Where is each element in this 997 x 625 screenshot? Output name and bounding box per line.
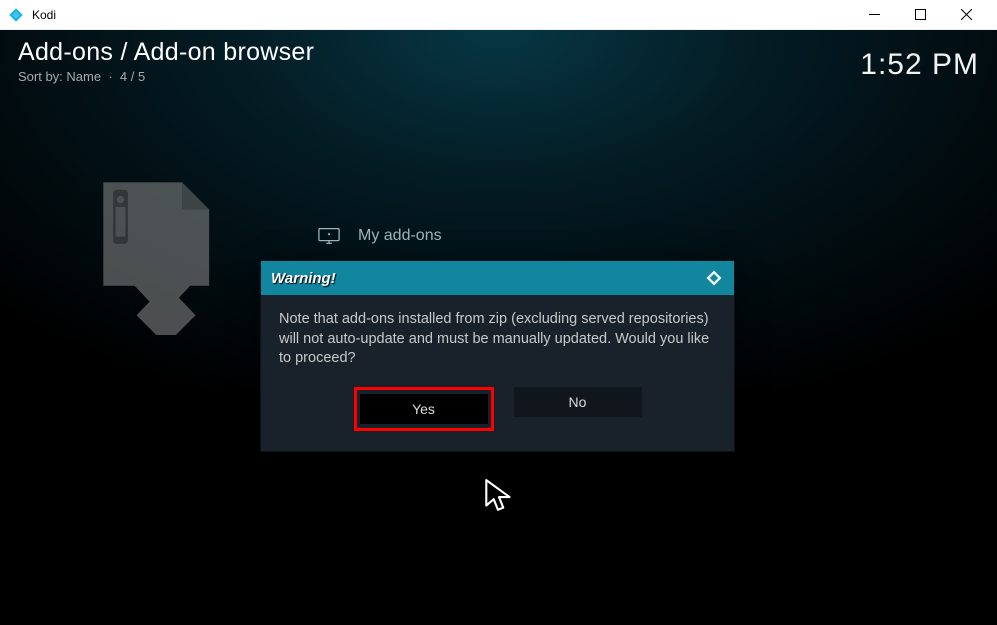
breadcrumb: Add-ons / Add-on browser: [18, 38, 314, 67]
app-body: Add-ons / Add-on browser Sort by: Name ·…: [0, 30, 997, 625]
position-indicator: 4 / 5: [120, 69, 145, 84]
sort-label: Sort by: Name: [18, 69, 101, 84]
list-item-label: My add-ons: [358, 227, 442, 245]
window-title: Kodi: [32, 8, 851, 22]
header: Add-ons / Add-on browser Sort by: Name ·…: [18, 38, 314, 84]
highlight-annotation: Yes: [354, 387, 494, 431]
clock: 1:52 PM: [860, 48, 979, 82]
window: Kodi Add-ons / Add-on browser Sort by: N…: [0, 0, 997, 625]
kodi-logo-icon: [8, 7, 24, 23]
dialog-header: Warning!: [261, 261, 734, 295]
dialog-message: Note that add-ons installed from zip (ex…: [261, 295, 734, 379]
titlebar: Kodi: [0, 0, 997, 30]
warning-dialog: Warning! Note that add-ons installed fro…: [260, 260, 735, 452]
maximize-button[interactable]: [897, 0, 943, 30]
window-controls: [851, 0, 989, 30]
dialog-title: Warning!: [271, 270, 336, 287]
close-button[interactable]: [943, 0, 989, 30]
yes-button[interactable]: Yes: [360, 394, 488, 424]
subheader: Sort by: Name · 4 / 5: [18, 69, 314, 84]
dialog-buttons: Yes No: [261, 379, 734, 451]
no-button[interactable]: No: [514, 387, 642, 417]
cursor-icon: [484, 478, 514, 519]
kodi-icon: [704, 268, 724, 288]
my-addons-item[interactable]: My add-ons: [318, 227, 442, 245]
install-from-zip-icon: [80, 175, 230, 340]
minimize-button[interactable]: [851, 0, 897, 30]
display-icon: [318, 227, 340, 245]
